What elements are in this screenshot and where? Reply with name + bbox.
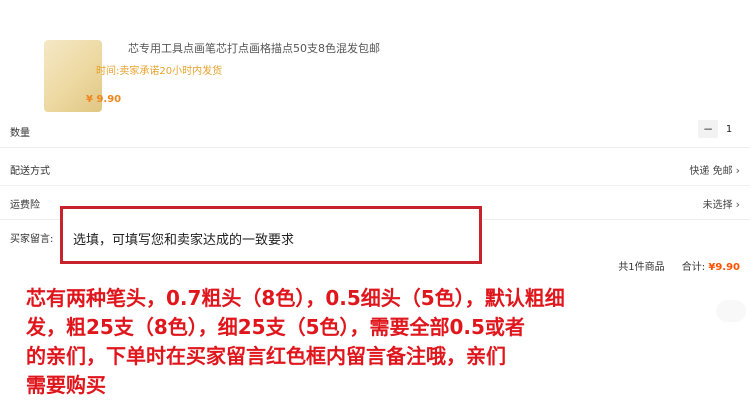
delivery-label: 配送方式 <box>10 166 50 177</box>
order-confirm-screen: 芯专用工具点画笔芯打点画格描点50支8色混发包邮 时间:卖家承诺20小时内发货 … <box>0 0 750 418</box>
order-summary: 共1件商品 合计: ¥9.90 <box>618 258 740 273</box>
delivery-row[interactable]: 配送方式 快递 免邮 › <box>0 151 750 186</box>
product-title: 芯专用工具点画笔芯打点画格描点50支8色混发包邮 <box>128 42 380 55</box>
insurance-status: 未选择 <box>702 200 733 211</box>
message-placeholder: 选填，可填写您和卖家达成的一致要求 <box>73 233 295 248</box>
product-price: ¥ 9.90 <box>86 94 122 105</box>
product-card[interactable]: 芯专用工具点画笔芯打点画格描点50支8色混发包邮 时间:卖家承诺20小时内发货 … <box>0 22 750 112</box>
total-price: ¥9.90 <box>708 262 740 273</box>
insurance-label: 运费险 <box>10 200 40 211</box>
message-label: 买家留言: <box>10 234 54 245</box>
insurance-value[interactable]: 未选择 › <box>703 196 740 211</box>
buyer-message-input[interactable]: 选填，可填写您和卖家达成的一致要求 <box>60 206 482 264</box>
note-line: 需要购买 <box>26 373 106 397</box>
chevron-right-icon: › <box>735 164 740 177</box>
quantity-stepper[interactable]: − 1 <box>698 120 740 138</box>
delivery-method: 快递 免邮 <box>689 166 733 177</box>
quantity-label: 数量 <box>10 128 30 139</box>
decrement-button[interactable]: − <box>698 120 718 138</box>
floating-button[interactable] <box>716 300 746 322</box>
total-label: 合计: <box>681 262 706 273</box>
item-count: 共1件商品 <box>618 262 665 273</box>
quantity-row: 数量 − 1 <box>0 113 750 148</box>
shipping-promise: 时间:卖家承诺20小时内发货 <box>96 66 223 77</box>
note-line: 芯有两种笔头，0.7粗头（8色），0.5细头（5色），默认粗细 <box>26 286 565 310</box>
instruction-note: 芯有两种笔头，0.7粗头（8色），0.5细头（5色），默认粗细 发，粗25支（8… <box>26 284 706 400</box>
quantity-value[interactable]: 1 <box>718 124 740 135</box>
note-line: 的亲们，下单时在买家留言红色框内留言备注哦，亲们 <box>26 344 506 368</box>
note-line: 发，粗25支（8色），细25支（5色），需要全部0.5或者 <box>26 315 525 339</box>
chevron-right-icon: › <box>735 198 740 211</box>
delivery-value[interactable]: 快递 免邮 › <box>689 162 740 177</box>
